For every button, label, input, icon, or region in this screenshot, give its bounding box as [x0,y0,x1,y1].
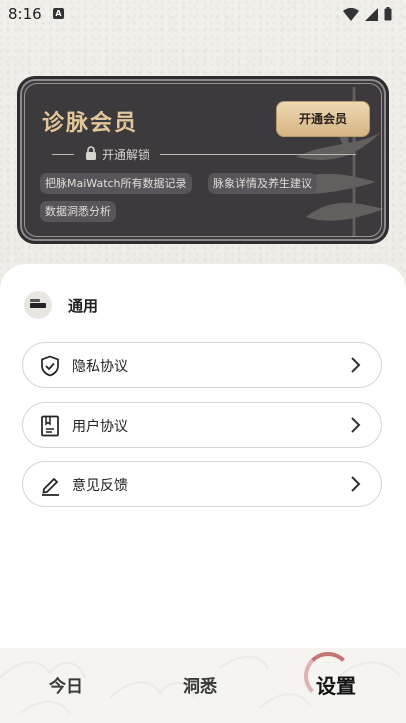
shield-check-icon [41,355,59,377]
feature-chip: 数据洞悉分析 [40,201,116,222]
status-time: 8:16 [8,5,42,23]
vip-card: 诊脉会员 开通会员 开通解锁 把脉MaiWatch所有数据记录 脉象详情及养生建… [17,76,389,244]
user-agreement-item[interactable]: 用户协议 [22,402,382,448]
feedback-item[interactable]: 意见反馈 [22,461,382,507]
unlock-divider: 开通解锁 [52,145,356,163]
status-bar: 8:16 A [0,0,406,30]
signal-icon [365,7,378,21]
document-icon [41,415,59,437]
tab-settings[interactable]: 设置 [316,670,356,699]
tab-insight[interactable]: 洞悉 [183,672,217,697]
notification-badge-icon: A [53,8,64,19]
open-membership-button[interactable]: 开通会员 [276,101,370,137]
user-agreement-label: 用户协议 [72,419,128,435]
edit-icon [42,477,59,496]
feedback-label: 意见反馈 [72,478,128,494]
section-title-general: 通用 [68,297,99,315]
vip-title: 诊脉会员 [42,110,139,136]
chevron-right-icon [351,476,361,492]
general-section-icon [24,291,52,319]
feature-chip: 脉象详情及养生建议 [208,173,317,194]
chevron-right-icon [351,417,361,433]
unlock-label: 开通解锁 [102,148,151,162]
privacy-policy-item[interactable]: 隐私协议 [22,342,382,388]
chevron-right-icon [351,357,361,373]
privacy-policy-label: 隐私协议 [72,359,128,375]
feature-chip: 把脉MaiWatch所有数据记录 [40,173,192,194]
wifi-icon [343,7,359,21]
bottom-tab-bar: 今日 洞悉 设置 [0,648,406,723]
lock-icon [86,146,96,160]
battery-icon [384,7,392,21]
tab-today[interactable]: 今日 [49,672,83,697]
